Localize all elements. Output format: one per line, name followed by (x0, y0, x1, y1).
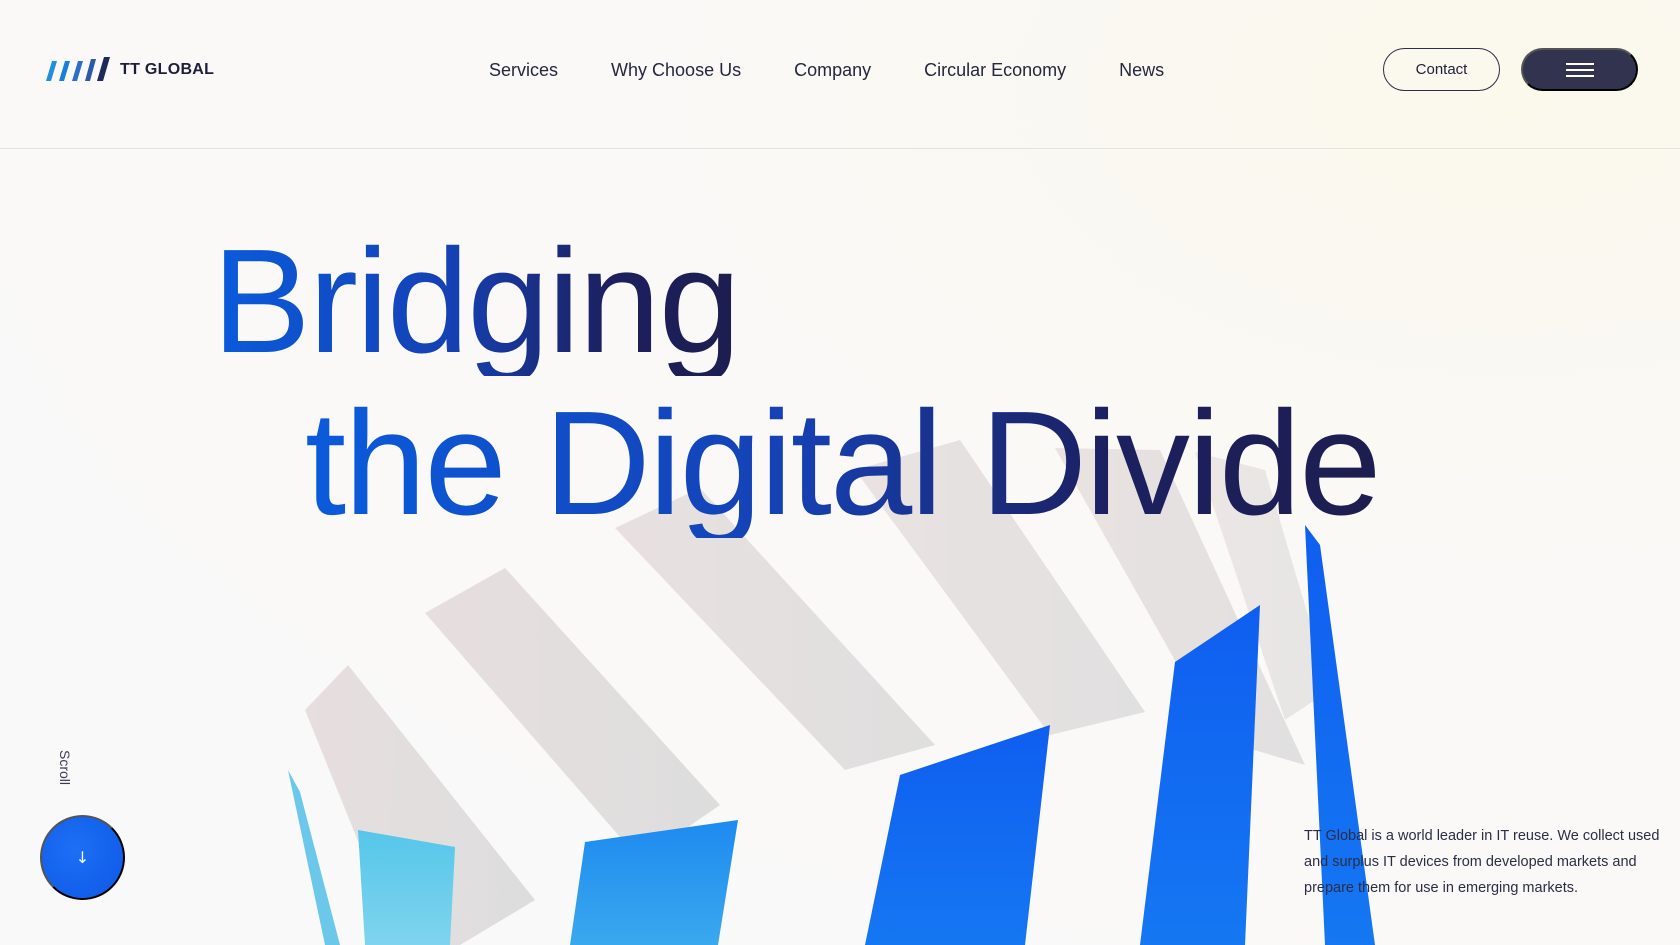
hero-headline-line1: Bridging (212, 219, 741, 384)
hero-intro-text: TT Global is a world leader in IT reuse.… (1304, 828, 1660, 896)
scroll-down-button[interactable]: ↓ (40, 815, 125, 900)
stripes-logo-icon (46, 57, 110, 81)
nav-news[interactable]: News (1119, 60, 1164, 81)
site-header: TT GLOBAL Services Why Choose Us Company… (0, 0, 1680, 149)
hamburger-menu-icon (1565, 62, 1594, 77)
nav-services[interactable]: Services (489, 60, 558, 81)
nav-circular-economy[interactable]: Circular Economy (924, 60, 1066, 81)
nav-why-choose-us[interactable]: Why Choose Us (611, 60, 741, 81)
arrow-down-icon: ↓ (75, 848, 90, 867)
page: TT GLOBAL Services Why Choose Us Company… (0, 0, 1680, 945)
contact-button[interactable]: Contact (1383, 48, 1500, 91)
brand-logo[interactable]: TT GLOBAL (46, 55, 214, 85)
brand-name: TT GLOBAL (120, 61, 215, 78)
main-nav: Services Why Choose Us Company Circular … (489, 55, 1164, 85)
menu-button[interactable] (1521, 48, 1638, 91)
scroll-label: Scroll (57, 750, 73, 786)
hero-headline-line2: the Digital Divide (305, 381, 1382, 546)
nav-company[interactable]: Company (794, 60, 871, 81)
